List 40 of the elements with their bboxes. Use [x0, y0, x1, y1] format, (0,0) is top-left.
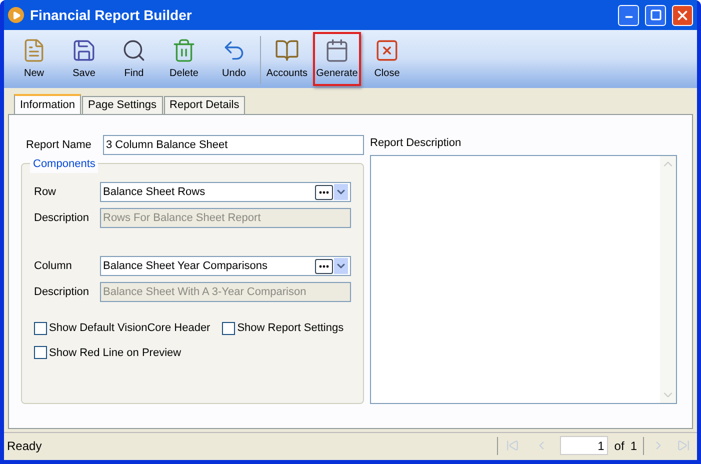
- field-label: Report Name: [26, 138, 92, 153]
- ellipsis-icon[interactable]: [315, 258, 333, 274]
- toolbar-button[interactable]: Delete: [160, 32, 208, 86]
- toolbar-button[interactable]: Undo: [210, 32, 258, 86]
- app-icon: [8, 7, 24, 23]
- checkbox-box[interactable]: [34, 322, 47, 335]
- toolbar-button[interactable]: New: [10, 32, 58, 86]
- tab[interactable]: Information: [14, 94, 82, 114]
- close-button[interactable]: [672, 4, 693, 26]
- page-field[interactable]: 1: [560, 436, 608, 455]
- checkbox[interactable]: Show Red Line on Preview: [34, 344, 354, 361]
- report-description-field[interactable]: [370, 154, 677, 404]
- toolbar-button[interactable]: Find: [110, 32, 158, 86]
- toolbar-button[interactable]: Accounts: [263, 32, 311, 86]
- checkbox[interactable]: Show Report Settings: [222, 320, 344, 336]
- toolbar-button[interactable]: Save: [60, 32, 108, 86]
- group-title: Components: [30, 156, 98, 172]
- maximize-icon: [650, 9, 662, 21]
- page-total: 1: [630, 438, 637, 454]
- status-text: Ready: [7, 438, 43, 454]
- ellipsis-icon[interactable]: [315, 184, 333, 200]
- checkbox[interactable]: Show Default VisionCore Header: [34, 320, 210, 336]
- checkbox-box[interactable]: [34, 346, 47, 360]
- field-label: Description: [34, 210, 90, 226]
- field-label: Description: [34, 284, 90, 300]
- window-title: Financial Report Builder: [30, 6, 193, 25]
- toolbar-button[interactable]: Close: [363, 32, 411, 86]
- field-label: Row: [34, 184, 58, 200]
- combo-box[interactable]: Balance Sheet Year Comparisons: [100, 256, 351, 276]
- tab[interactable]: Report Details: [164, 96, 246, 114]
- report-name-field[interactable]: 3 Column Balance Sheet: [103, 135, 364, 155]
- combo-box[interactable]: Balance Sheet Rows: [100, 182, 351, 202]
- minimize-button[interactable]: [618, 4, 639, 26]
- page-of-label: of: [614, 438, 624, 454]
- field-label: Report Description: [370, 136, 462, 151]
- toolbar-button[interactable]: Generate: [313, 32, 361, 86]
- tab[interactable]: Page Settings: [82, 96, 163, 114]
- field-label: Column: [34, 258, 73, 274]
- checkbox-box[interactable]: [222, 322, 236, 335]
- maximize-button[interactable]: [645, 4, 666, 26]
